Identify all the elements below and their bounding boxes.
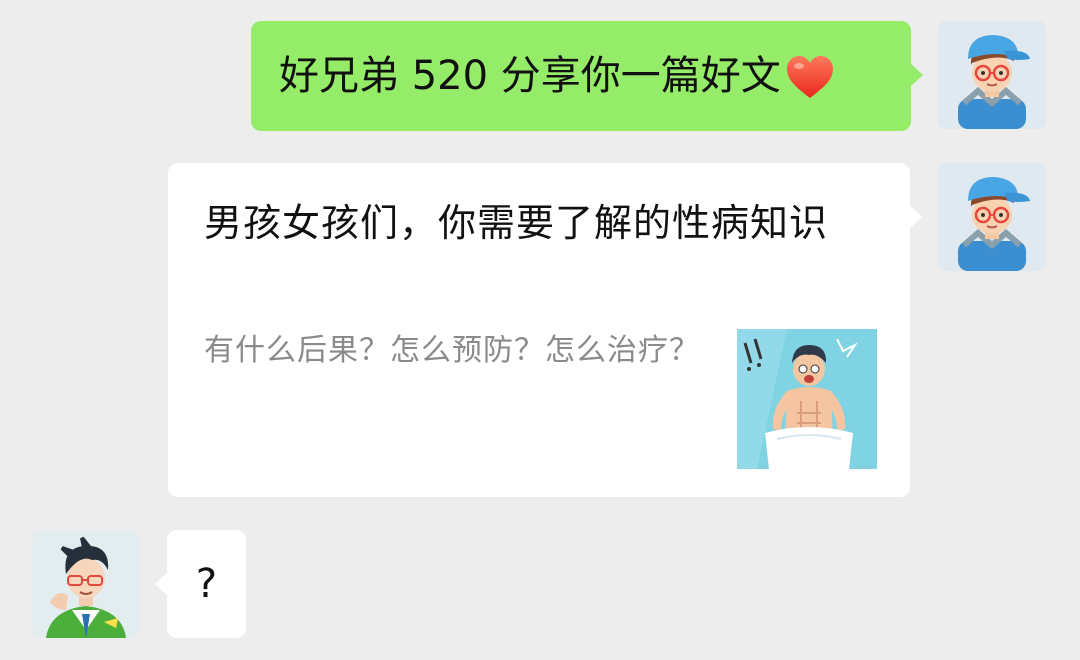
my-avatar[interactable] (938, 21, 1046, 129)
incoming-message-bubble[interactable]: ? (155, 530, 246, 638)
link-card-message[interactable]: 男孩女孩们，你需要了解的性病知识 有什么后果？怎么预防？怎么治疗？ (168, 163, 922, 497)
link-card-title: 男孩女孩们，你需要了解的性病知识 (204, 201, 829, 245)
message-text-row: 好兄弟 520 分享你一篇好文 (279, 49, 835, 103)
link-card-thumbnail (737, 329, 877, 469)
incoming-message-text: ? (195, 561, 218, 607)
my-avatar[interactable] (938, 163, 1046, 271)
outgoing-message-bubble[interactable]: 好兄弟 520 分享你一篇好文 (251, 21, 923, 131)
outgoing-message-text: 好兄弟 520 分享你一篇好文 (279, 53, 781, 99)
link-card-description: 有什么后果？怎么预防？怎么治疗？ (204, 333, 700, 368)
friend-avatar[interactable] (32, 530, 140, 638)
avatar-illustration-icon (938, 21, 1046, 129)
avatar-illustration-icon (938, 163, 1046, 271)
heart-icon (786, 56, 833, 98)
chat-screen: 好兄弟 520 分享你一篇好文 男孩女孩们，你需要了解的性病知识 有什么后果？怎… (0, 0, 1080, 660)
avatar-illustration-icon (32, 530, 140, 638)
cartoon-man-with-towel-icon (737, 329, 877, 469)
